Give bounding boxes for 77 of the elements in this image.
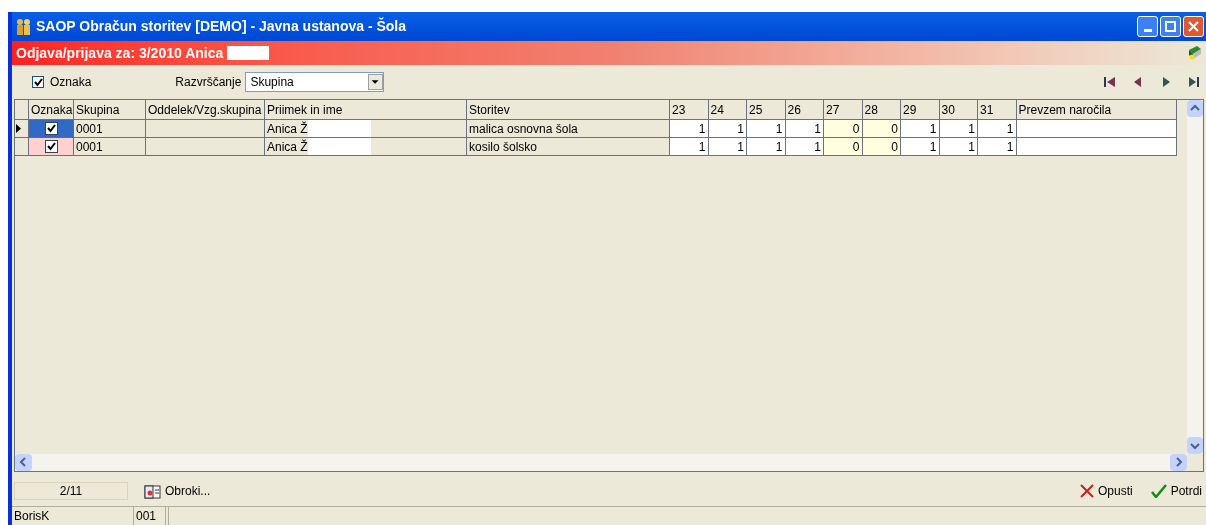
sort-dropdown[interactable]: Skupina [245,72,385,92]
minimize-icon [1143,29,1152,32]
horizontal-scrollbar[interactable] [15,454,1187,471]
table-cell: 1 [670,138,709,156]
scroll-up-icon[interactable] [1187,100,1203,117]
table-cell: 1 [747,138,786,156]
column-header[interactable]: Storitev [467,100,670,120]
table-cell: 0 [824,138,863,156]
status-panel: 001 [134,507,166,525]
table-cell: 1 [785,120,824,138]
scroll-down-icon[interactable] [1187,437,1203,454]
column-header[interactable]: 24 [708,100,747,120]
table-cell: 1 [901,120,940,138]
column-header[interactable]: Priimek in ime [265,100,467,120]
table-cell: 0001 [74,120,146,138]
table-cell: 0 [824,120,863,138]
table-cell: 1 [708,120,747,138]
table-cell: 0 [862,120,901,138]
last-record-icon[interactable] [1188,76,1200,88]
close-button[interactable] [1183,16,1204,37]
table-cell: 1 [939,120,978,138]
column-header[interactable]: Prevzem naročila [1016,100,1177,120]
maximize-icon [1165,21,1176,32]
meals-button[interactable]: Obroki... [144,482,211,500]
table-cell: 1 [978,120,1017,138]
column-header[interactable]: 31 [978,100,1017,120]
status-panel: BorisK [12,507,134,525]
column-header[interactable]: 23 [670,100,709,120]
table-cell: 1 [708,138,747,156]
maximize-button[interactable] [1160,16,1181,37]
checkbox-cell[interactable] [29,138,74,156]
table-cell: 1 [901,138,940,156]
scroll-left-icon[interactable] [15,454,32,471]
table-cell: 1 [747,120,786,138]
column-header[interactable]: 25 [747,100,786,120]
column-header[interactable]: 30 [939,100,978,120]
column-header[interactable]: Oddelek/Vzg.skupina [146,100,265,120]
form-icon [144,483,161,499]
cancel-icon [1079,484,1094,498]
column-header[interactable]: 26 [785,100,824,120]
row-header[interactable] [15,120,29,138]
table-cell: malica osnovna šola [467,120,670,138]
column-header[interactable]: Skupina [74,100,146,120]
next-record-icon[interactable] [1160,76,1172,88]
people-icon [16,17,32,36]
sort-label: Razvrščanje [175,74,242,91]
record-counter: 2/11 [14,482,128,500]
table-cell: kosilo šolsko [467,138,670,156]
scroll-right-icon[interactable] [1170,454,1187,471]
table-cell: 0 [862,138,901,156]
redaction-box [227,46,270,60]
column-header[interactable]: 27 [824,100,863,120]
column-header[interactable]: 29 [901,100,940,120]
cancel-button[interactable]: Opusti [1079,482,1133,500]
window-title: SAOP Obračun storitev [DEMO] - Javna ustanova - Šola [36,16,407,36]
close-icon [1188,21,1199,32]
redaction-box [307,120,371,137]
oznaka-checkbox[interactable]: Oznaka [32,73,92,91]
table-cell: 1 [785,138,824,156]
column-header[interactable]: 28 [862,100,901,120]
first-record-icon[interactable] [1104,76,1116,88]
table-cell: 1 [670,120,709,138]
minimize-button[interactable] [1137,16,1158,37]
table-cell-text: Anica Ž [267,138,308,156]
previous-record-icon[interactable] [1132,76,1144,88]
table-cell: 1 [978,138,1017,156]
table-cell-text: Anica Ž [267,120,308,138]
table-cell: 0001 [74,138,146,156]
column-header[interactable]: Oznaka [29,100,74,120]
checkmark-icon [1150,484,1167,498]
header-title: Odjava/prijava za: 3/2010 Anica [16,43,224,63]
redaction-box [307,138,371,155]
checkbox-cell[interactable] [29,120,74,138]
table-cell: 1 [939,138,978,156]
confirm-button[interactable]: Potrdi [1150,482,1202,500]
checkmark-icon [33,77,43,87]
vertical-scrollbar[interactable] [1187,100,1203,454]
